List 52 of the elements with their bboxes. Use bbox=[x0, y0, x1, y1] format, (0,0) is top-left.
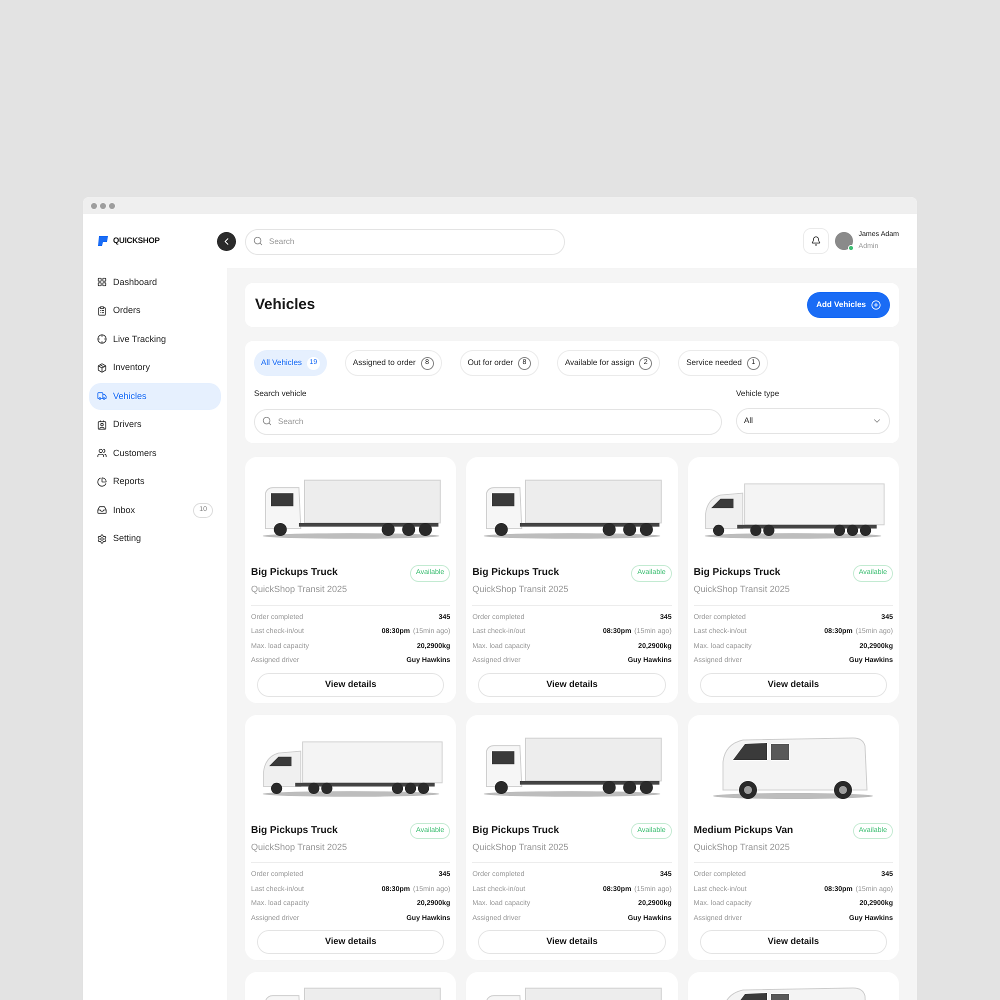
vehicle-name: Medium Pickups Van bbox=[694, 824, 794, 838]
field-label: Vehicle type bbox=[736, 388, 780, 400]
vehicle-model: QuickShop Transit 2025 bbox=[694, 583, 790, 596]
page-title: Vehicles bbox=[255, 294, 316, 315]
bell-icon bbox=[810, 236, 821, 246]
sidebar-item[interactable]: Drivers bbox=[89, 411, 221, 438]
sidebar-item[interactable]: Dashboard bbox=[89, 268, 221, 296]
vehicle-name: Big Pickups Truck bbox=[694, 566, 782, 580]
target-icon bbox=[97, 334, 107, 344]
vehicle-type-select[interactable]: All bbox=[736, 408, 890, 434]
vehicle-name: Big Pickups Truck bbox=[251, 566, 339, 580]
sidebar-item[interactable]: Live Tracking bbox=[89, 326, 221, 353]
view-details-button[interactable]: View details bbox=[700, 930, 887, 954]
box-icon bbox=[97, 362, 107, 373]
vehicle-model: QuickShop Transit 2025 bbox=[251, 583, 348, 596]
vehicle-name: Big Pickups Truck bbox=[472, 824, 560, 838]
view-details-button[interactable]: View details bbox=[478, 672, 666, 696]
avatar[interactable] bbox=[834, 232, 853, 250]
sidebar-item[interactable]: Orders bbox=[89, 297, 221, 324]
search-icon bbox=[253, 236, 263, 246]
notification-button[interactable] bbox=[802, 228, 829, 254]
inbox-icon bbox=[97, 505, 107, 516]
sidebar-item[interactable]: Reports bbox=[89, 468, 221, 496]
grid-icon bbox=[97, 277, 107, 288]
view-details-button[interactable]: View details bbox=[257, 672, 444, 696]
vehicle-model: QuickShop Transit 2025 bbox=[472, 840, 568, 854]
vehicle-model: QuickShop Transit 2025 bbox=[472, 583, 568, 596]
search-icon bbox=[262, 416, 272, 426]
search-field[interactable]: Search bbox=[245, 228, 565, 254]
plus-circle-icon bbox=[871, 300, 881, 310]
logo-icon bbox=[97, 235, 109, 247]
field-label: Search vehicle bbox=[254, 388, 308, 400]
clipboard-icon bbox=[97, 306, 107, 316]
vehicle-name: Big Pickups Truck bbox=[472, 566, 560, 580]
sidebar-item[interactable]: Setting bbox=[89, 525, 221, 552]
vehicle-model: QuickShop Transit 2025 bbox=[694, 840, 791, 854]
truck-icon bbox=[97, 391, 107, 402]
add-vehicles-button[interactable]: Add Vehicles bbox=[807, 292, 890, 318]
user-list-icon bbox=[97, 420, 107, 430]
vehicle-name: Big Pickups Truck bbox=[251, 824, 339, 838]
search-field[interactable]: Search bbox=[254, 408, 722, 434]
settings-icon bbox=[97, 534, 107, 544]
pie-chart-icon bbox=[97, 476, 107, 487]
sidebar-item[interactable]: Vehicles bbox=[89, 382, 221, 410]
view-details-button[interactable]: View details bbox=[700, 672, 887, 696]
sidebar-item[interactable]: Customers bbox=[89, 440, 221, 467]
view-details-button[interactable]: View details bbox=[257, 930, 444, 954]
sidebar-item[interactable]: Inventory bbox=[89, 354, 221, 382]
vehicle-model: QuickShop Transit 2025 bbox=[251, 840, 348, 854]
users-icon bbox=[97, 448, 107, 458]
brand-name: QUICKSHOP bbox=[113, 235, 160, 247]
view-details-button[interactable]: View details bbox=[478, 930, 666, 954]
